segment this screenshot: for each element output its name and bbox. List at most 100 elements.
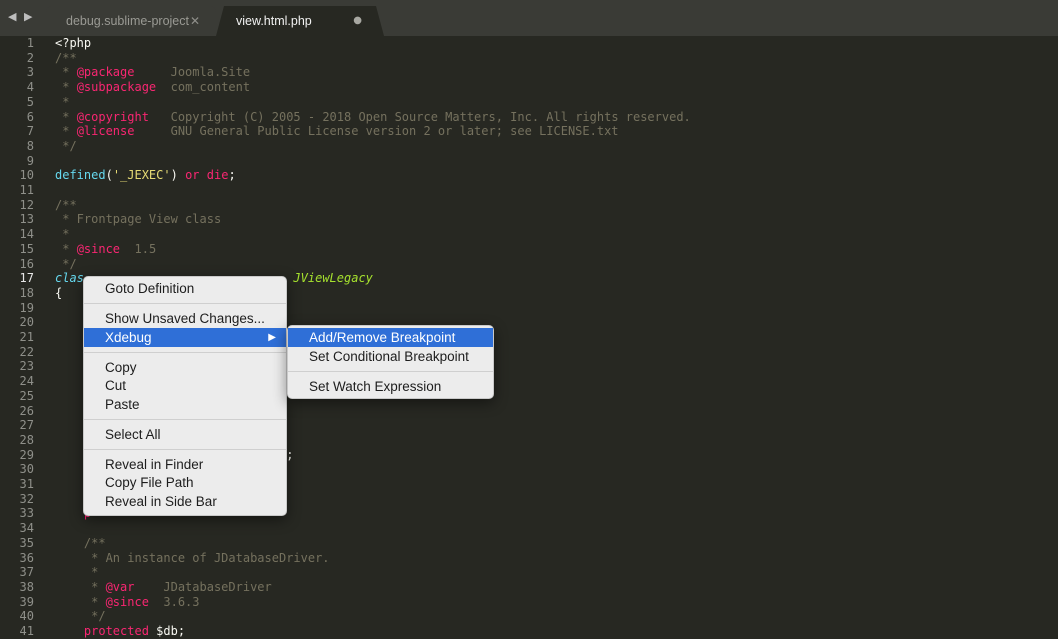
menu-item-reveal-in-finder[interactable]: Reveal in Finder: [84, 455, 286, 474]
code-line[interactable]: 5 *: [0, 95, 1058, 110]
menu-item-label: Set Conditional Breakpoint: [309, 348, 469, 364]
line-number: 20: [19, 315, 34, 330]
line-number: 40: [19, 609, 34, 624]
code-line[interactable]: 40 */: [0, 609, 1058, 624]
tab-debug-sublime-project[interactable]: debug.sublime-project ✕: [46, 6, 216, 36]
line-number: 37: [19, 565, 34, 580]
line-number: 15: [19, 241, 34, 256]
menu-item-copy[interactable]: Copy: [84, 358, 286, 377]
code-text: * @var JDatabaseDriver: [55, 580, 272, 595]
code-token: @package: [76, 65, 135, 80]
code-line[interactable]: 6 * @copyright Copyright (C) 2005 - 2018…: [0, 110, 1058, 125]
line-number: 9: [26, 153, 34, 168]
code-text: * @package Joomla.Site: [55, 65, 250, 80]
code-line[interactable]: 11: [0, 183, 1058, 198]
code-line[interactable]: 10 defined('_JEXEC') or die;: [0, 168, 1058, 183]
code-line[interactable]: 7 * @license GNU General Public License …: [0, 124, 1058, 139]
code-token: clas: [55, 271, 84, 286]
line-number: 22: [19, 344, 34, 359]
line-number: 6: [26, 109, 34, 124]
code-token: @since: [76, 241, 121, 256]
line-number: 25: [19, 388, 34, 403]
menu-separator: [288, 371, 493, 373]
code-line[interactable]: 36 * An instance of JDatabaseDriver.: [0, 551, 1058, 566]
menu-item-label: Copy: [105, 359, 137, 375]
line-number: 2: [26, 50, 34, 65]
code-token: *: [55, 594, 106, 609]
code-text: */: [55, 138, 77, 154]
menu-item-cut[interactable]: Cut: [84, 376, 286, 395]
menu-item-label: Reveal in Side Bar: [105, 494, 217, 509]
tab-nav-arrows-icon[interactable]: ◀ ▶: [8, 10, 34, 26]
code-line[interactable]: 35 /**: [0, 536, 1058, 551]
code-token: /**: [55, 197, 77, 212]
code-text: * An instance of JDatabaseDriver.: [55, 551, 329, 566]
code-line[interactable]: 37 *: [0, 565, 1058, 580]
code-line[interactable]: 3 * @package Joomla.Site: [0, 65, 1058, 80]
code-token: *: [55, 109, 77, 124]
line-number: 31: [19, 477, 34, 491]
code-line[interactable]: 13 * Frontpage View class: [0, 212, 1058, 227]
code-text: /**: [55, 51, 77, 66]
code-token: * Frontpage View class: [55, 212, 222, 227]
menu-item-copy-file-path[interactable]: Copy File Path: [84, 473, 286, 492]
code-token: ): [170, 168, 186, 183]
tab-label: debug.sublime-project: [66, 14, 189, 28]
code-line[interactable]: 14 *: [0, 227, 1058, 242]
code-line[interactable]: 39 * @since 3.6.3: [0, 595, 1058, 610]
code-token: defined: [55, 168, 106, 183]
code-token: {: [55, 285, 63, 300]
menu-item-label: Add/Remove Breakpoint: [309, 330, 456, 345]
code-text: /**: [55, 198, 77, 213]
menu-item-set-watch-expression[interactable]: Set Watch Expression: [288, 377, 493, 396]
code-token: die: [206, 168, 229, 183]
tab-unsaved-dot-icon[interactable]: ●: [353, 6, 362, 36]
tab-close-icon[interactable]: ✕: [190, 6, 200, 36]
code-line[interactable]: 41 protected $db;: [0, 624, 1058, 639]
menu-item-xdebug[interactable]: Xdebug ▶: [84, 327, 286, 347]
code-text: */: [55, 256, 77, 272]
code-line[interactable]: 15 * @since 1.5: [0, 242, 1058, 257]
code-text: * @since 1.5: [55, 242, 156, 257]
code-token: JViewLegacy: [293, 271, 373, 286]
tab-view-html-php[interactable]: view.html.php ●: [216, 6, 384, 36]
code-line[interactable]: 12 /**: [0, 198, 1058, 213]
menu-item-label: Select All: [105, 426, 161, 442]
line-number: 18: [19, 285, 34, 300]
line-number: 1: [26, 36, 34, 50]
line-number: 35: [19, 535, 34, 550]
menu-separator: [84, 351, 286, 353]
line-number: 26: [19, 403, 34, 418]
code-line[interactable]: 38 * @var JDatabaseDriver: [0, 580, 1058, 595]
code-line[interactable]: 4 * @subpackage com_content: [0, 80, 1058, 95]
line-number: 14: [19, 227, 34, 242]
menu-item-goto-definition[interactable]: Goto Definition: [84, 279, 286, 298]
menu-item-select-all[interactable]: Select All: [84, 425, 286, 444]
code-line[interactable]: 16 */: [0, 257, 1058, 272]
code-line[interactable]: 34: [0, 521, 1058, 536]
code-line[interactable]: 9: [0, 154, 1058, 169]
code-token: com_content: [156, 80, 251, 95]
line-number: 11: [19, 183, 34, 197]
code-line[interactable]: 1 <?php: [0, 36, 1058, 51]
menu-separator: [84, 419, 286, 421]
code-text: *: [55, 565, 98, 580]
code-token: @subpackage: [76, 80, 157, 95]
menu-item-set-conditional-breakpoint[interactable]: Set Conditional Breakpoint: [288, 347, 493, 366]
code-token: *: [55, 65, 77, 80]
line-number: 13: [19, 212, 34, 227]
menu-item-reveal-in-side-bar[interactable]: Reveal in Side Bar: [84, 492, 286, 511]
menu-item-add-remove-breakpoint[interactable]: Add/Remove Breakpoint: [288, 328, 493, 347]
menu-item-label: Xdebug: [105, 329, 152, 345]
code-token: protected: [55, 624, 149, 638]
code-token: @since: [105, 594, 149, 609]
code-token: */: [55, 256, 77, 271]
code-text: * @copyright Copyright (C) 2005 - 2018 O…: [55, 110, 691, 125]
code-line[interactable]: 8 */: [0, 139, 1058, 154]
menu-item-paste[interactable]: Paste: [84, 395, 286, 414]
code-line[interactable]: 2 /**: [0, 51, 1058, 66]
code-token: */: [55, 138, 77, 153]
code-token: @var: [105, 579, 135, 594]
code-text: {: [55, 286, 62, 301]
menu-item-show-unsaved-changes[interactable]: Show Unsaved Changes...: [84, 309, 286, 328]
